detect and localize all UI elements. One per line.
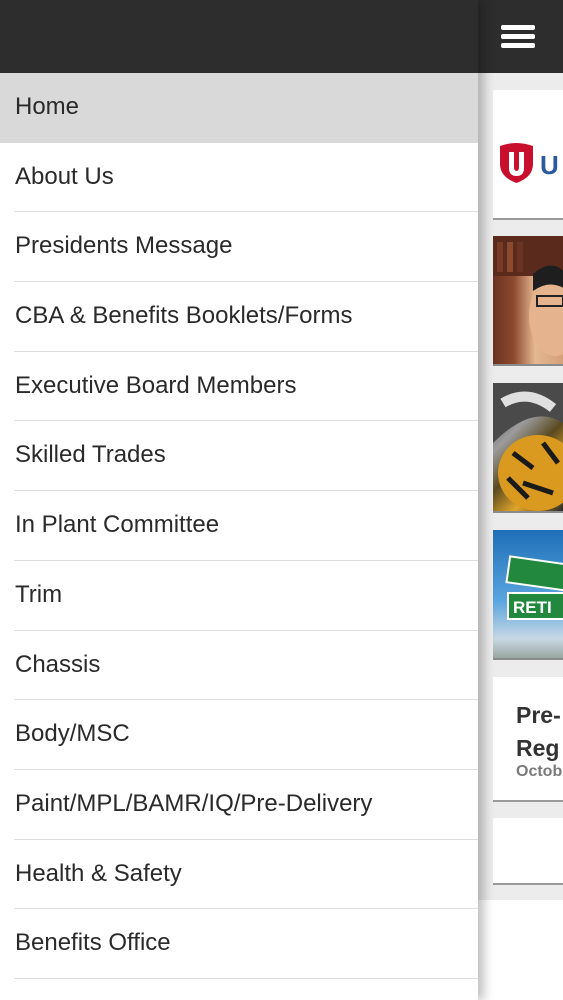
tiger-image: [493, 383, 563, 511]
menu-item-label: Chassis: [15, 650, 101, 678]
menu-item-trim[interactable]: Trim: [0, 561, 478, 631]
menu-item-label: Paint/MPL/BAMR/IQ/Pre-Delivery: [15, 789, 373, 817]
article-card[interactable]: Pre- Reg Octob: [493, 677, 563, 802]
road-sign: [505, 555, 563, 593]
menu-item-benefits-office[interactable]: Benefits Office: [0, 909, 478, 979]
menu-item-skilled-trades[interactable]: Skilled Trades: [0, 421, 478, 491]
article-title: Pre- Reg: [516, 702, 561, 761]
menu-item-in-plant-committee[interactable]: In Plant Committee: [0, 491, 478, 561]
menu-item-cba-benefits[interactable]: CBA & Benefits Booklets/Forms: [0, 282, 478, 352]
menu-item-label: Presidents Message: [15, 232, 233, 260]
menu-item-executive-board[interactable]: Executive Board Members: [0, 352, 478, 422]
news-thumbnail-retirement[interactable]: RETI: [493, 530, 563, 660]
main-content: U RETI Pre- Reg Octob: [478, 73, 563, 900]
menu-item-label: CBA & Benefits Booklets/Forms: [15, 302, 353, 330]
menu-item-paint[interactable]: Paint/MPL/BAMR/IQ/Pre-Delivery: [0, 770, 478, 840]
menu-item-label: Trim: [15, 580, 63, 608]
menu-item-label: Home: [15, 93, 80, 120]
menu-item-label: Skilled Trades: [15, 441, 166, 469]
menu-item-about-us[interactable]: About Us: [0, 143, 478, 213]
logo-text: U: [540, 150, 560, 180]
menu-item-label: About Us: [15, 162, 114, 190]
hamburger-line: [501, 34, 535, 39]
hamburger-line: [501, 25, 535, 30]
union-logo-icon: [500, 143, 533, 183]
navigation-drawer: Home About Us Presidents Message CBA & B…: [0, 0, 478, 1000]
menu-item-label: Health & Safety: [15, 859, 182, 887]
portrait-image: [493, 236, 563, 356]
menu-item-label: Benefits Office: [15, 929, 171, 957]
news-thumbnail-portrait[interactable]: [493, 236, 563, 366]
news-thumbnail-tiger[interactable]: [493, 383, 563, 513]
article-date: Octob: [516, 763, 563, 780]
menu-item-chassis[interactable]: Chassis: [0, 631, 478, 701]
hamburger-menu-icon[interactable]: [500, 23, 536, 51]
menu-item-presidents-message[interactable]: Presidents Message: [0, 212, 478, 282]
menu-item-health-safety[interactable]: Health & Safety: [0, 840, 478, 910]
logo-card[interactable]: U: [493, 90, 563, 220]
menu-item-label: Body/MSC: [15, 720, 130, 748]
menu-item-label: In Plant Committee: [15, 511, 220, 539]
empty-card: [493, 818, 563, 885]
hamburger-line: [501, 43, 535, 48]
menu-item-label: Executive Board Members: [15, 371, 297, 399]
retirement-sign: RETI: [507, 592, 563, 620]
drawer-menu: Home About Us Presidents Message CBA & B…: [0, 73, 478, 979]
menu-item-body-msc[interactable]: Body/MSC: [0, 700, 478, 770]
drawer-header: [0, 0, 478, 73]
menu-item-home[interactable]: Home: [0, 73, 478, 143]
